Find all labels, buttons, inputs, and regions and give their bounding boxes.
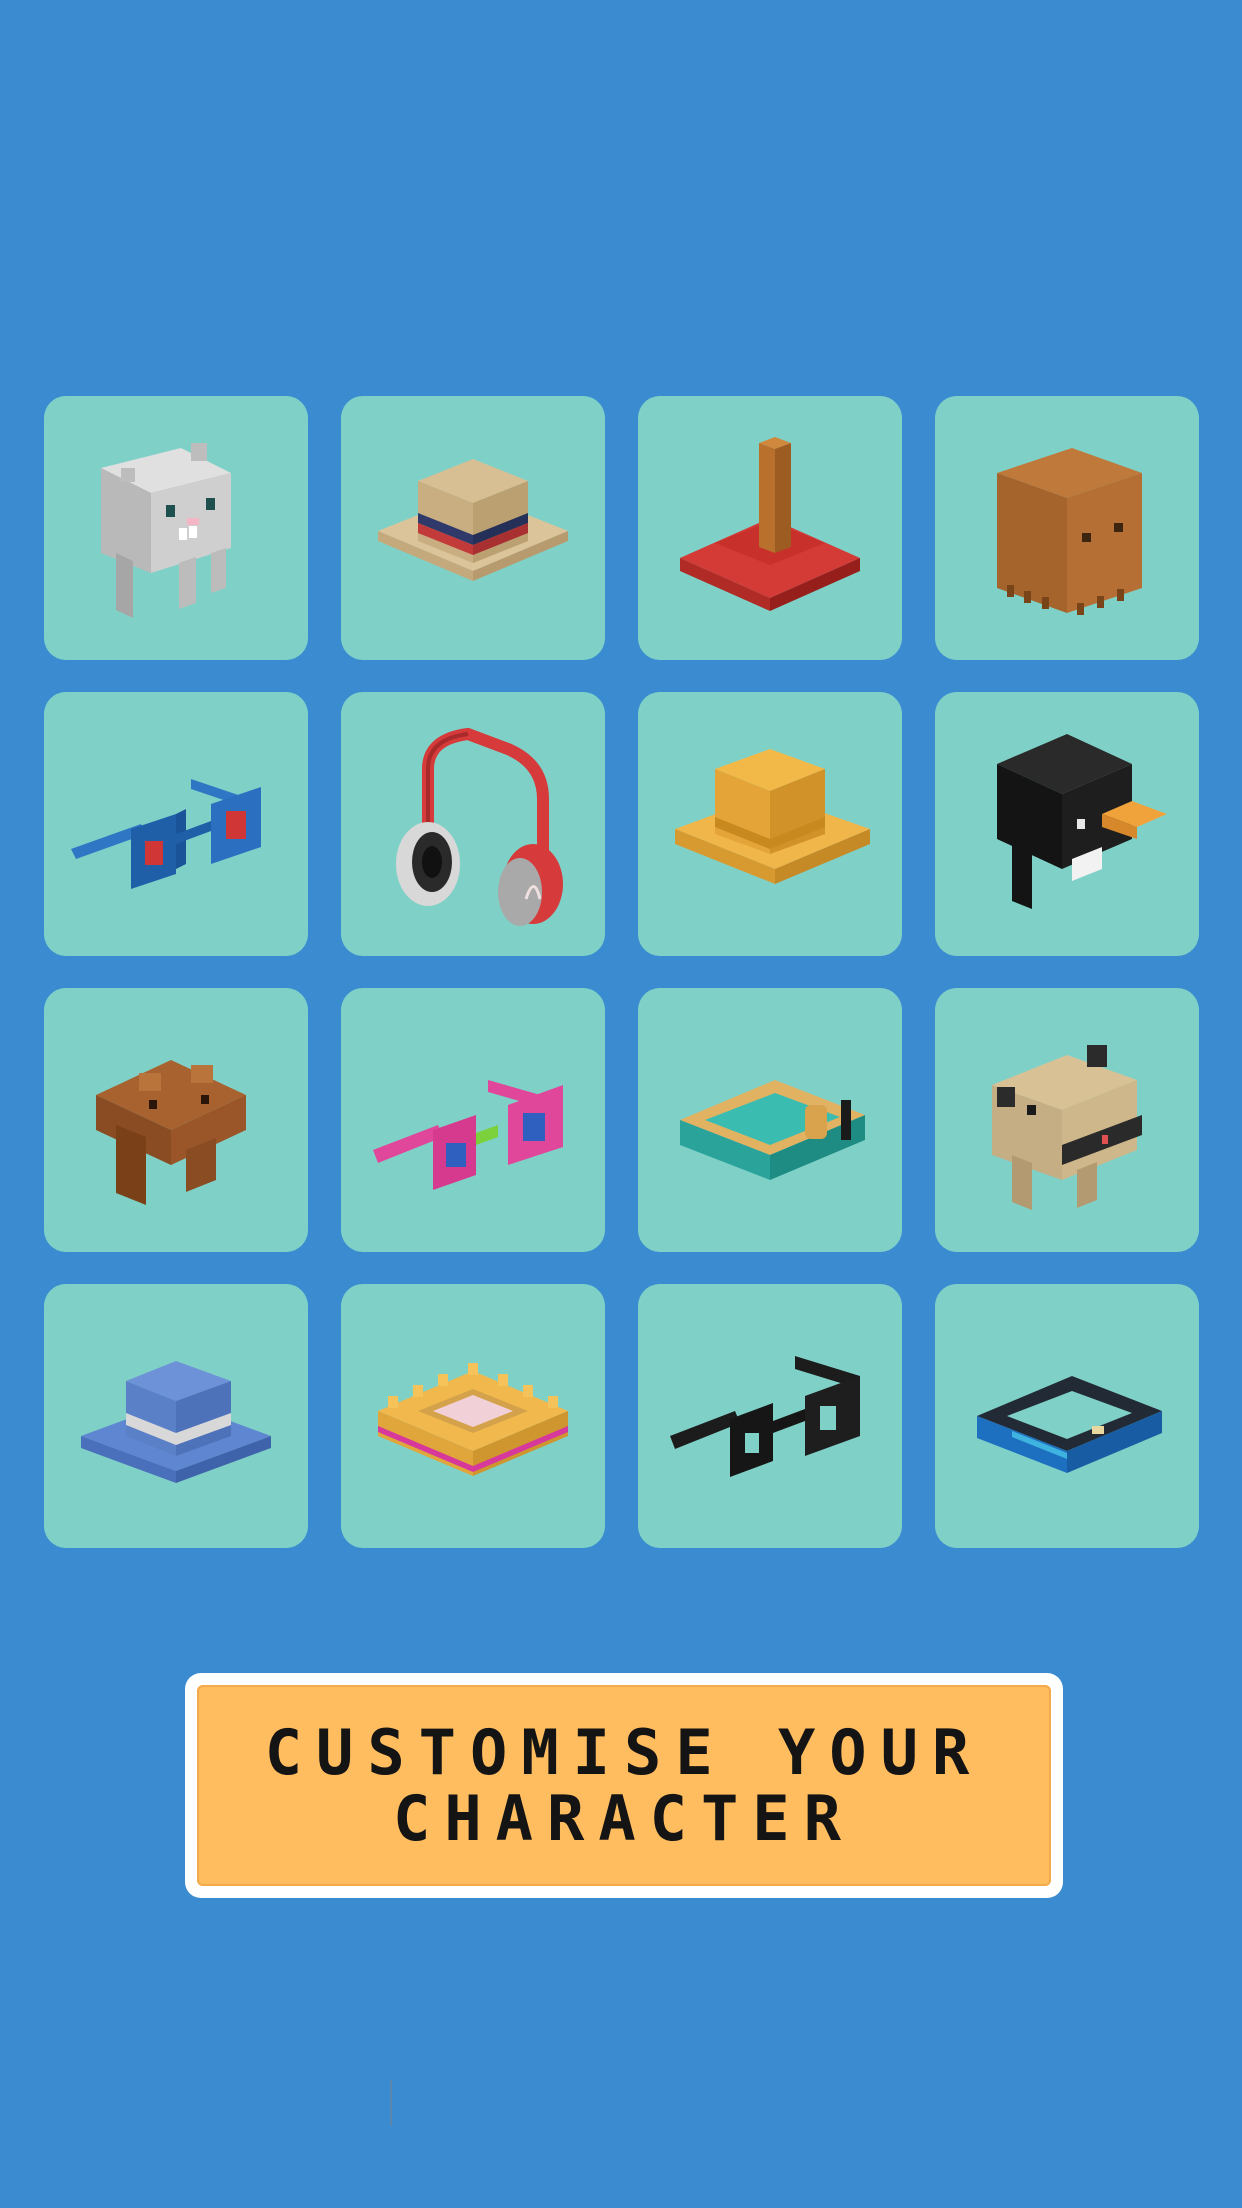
accessory-tile-hamster[interactable]	[44, 396, 308, 660]
accessory-tile-black-glasses[interactable]	[638, 1284, 902, 1548]
teal-snorkel-mask-icon	[680, 1080, 865, 1180]
black-snorkel-mask-icon	[977, 1376, 1162, 1473]
plunger-hat-icon	[680, 437, 860, 611]
blue-glasses-icon	[71, 779, 261, 889]
accessory-tile-plunger[interactable]	[638, 396, 902, 660]
yellow-hat-icon	[675, 749, 870, 884]
customise-character-button[interactable]: CUSTOMISE YOUR CHARACTER	[185, 1673, 1063, 1898]
accessory-tile-bear[interactable]	[44, 988, 308, 1252]
banner-title-line-2: CHARACTER	[393, 1781, 855, 1855]
pug-head-icon	[992, 1045, 1142, 1210]
red-headphones-icon	[396, 727, 563, 926]
black-glasses-icon	[670, 1356, 860, 1477]
cardboard-box-head-icon	[997, 448, 1142, 615]
blue-fedora-hat-icon	[81, 1361, 271, 1483]
brown-bear-head-icon	[96, 1060, 246, 1205]
golden-crown-ring-icon	[378, 1363, 568, 1476]
accessory-tile-box[interactable]	[935, 396, 1199, 660]
banner-title-line-1: CUSTOMISE YOUR	[264, 1715, 984, 1789]
accessory-tile-headphones[interactable]	[341, 692, 605, 956]
accessory-tile-blue-fedora[interactable]	[44, 1284, 308, 1548]
pink-glasses-icon	[373, 1080, 563, 1190]
text-cursor	[390, 2080, 392, 2126]
accessory-tile-penguin[interactable]	[935, 692, 1199, 956]
accessory-grid	[44, 396, 1199, 1548]
accessory-tile-pug[interactable]	[935, 988, 1199, 1252]
accessory-tile-crown[interactable]	[341, 1284, 605, 1548]
accessory-tile-pink-glasses[interactable]	[341, 988, 605, 1252]
accessory-tile-black-mask[interactable]	[935, 1284, 1199, 1548]
straw-boater-hat-icon	[378, 459, 568, 581]
accessory-tile-teal-mask[interactable]	[638, 988, 902, 1252]
accessory-tile-boater[interactable]	[341, 396, 605, 660]
banner-panel: CUSTOMISE YOUR CHARACTER	[197, 1685, 1051, 1886]
penguin-head-icon	[997, 734, 1167, 909]
grey-hamster-head-icon	[101, 443, 231, 618]
accessory-tile-blue-glasses[interactable]	[44, 692, 308, 956]
accessory-tile-yellow-hat[interactable]	[638, 692, 902, 956]
